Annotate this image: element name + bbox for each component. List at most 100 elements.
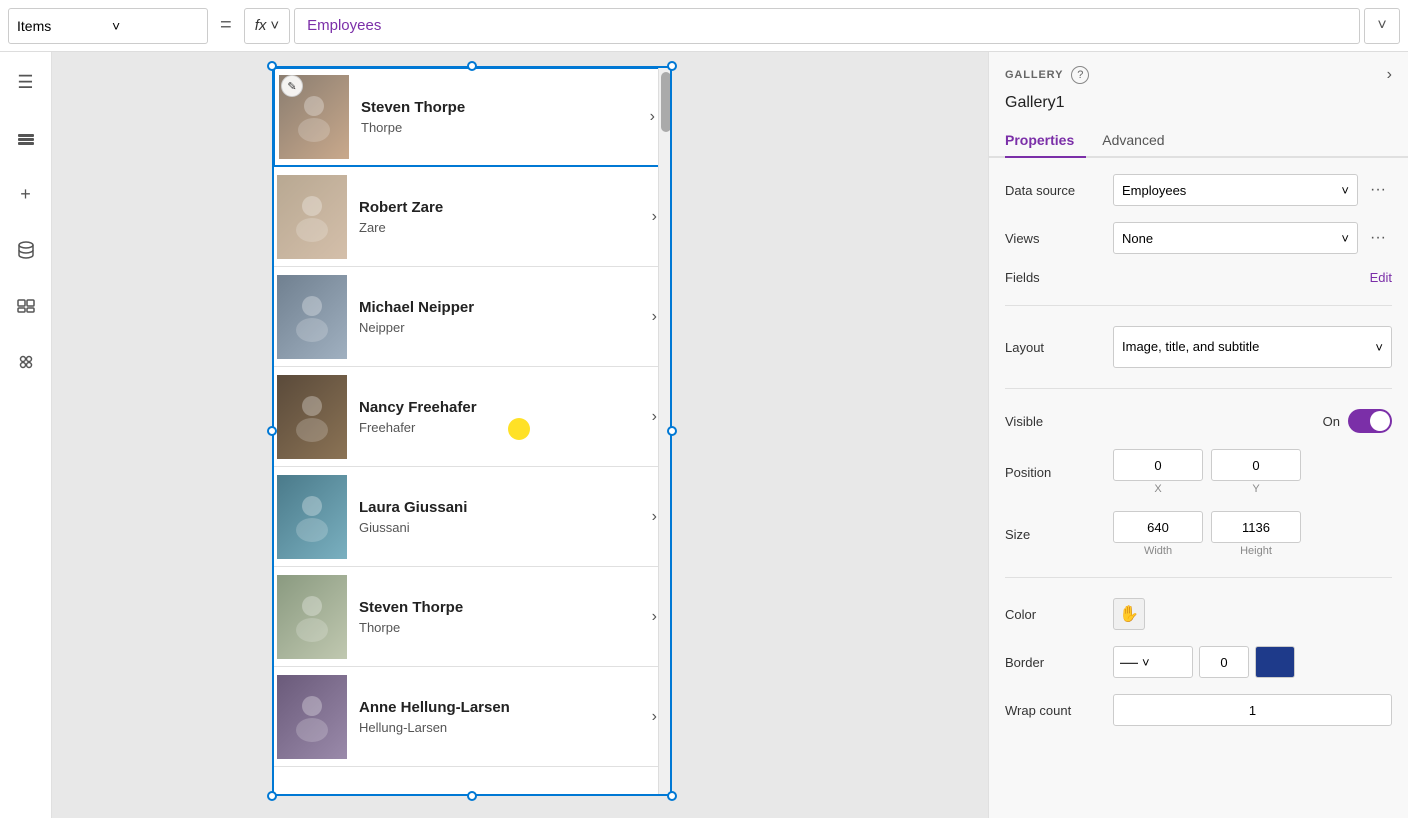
- gallery-list-item[interactable]: ✎ Steven ThorpeThorpe›: [273, 67, 671, 167]
- border-row: Border — ˅: [1005, 646, 1392, 678]
- position-x-group: X: [1113, 449, 1203, 495]
- position-control: X Y: [1113, 449, 1392, 495]
- tab-properties[interactable]: Properties: [1005, 124, 1086, 158]
- handle-bottom-left[interactable]: [267, 791, 277, 801]
- gallery-item-subtitle: Zare: [359, 220, 652, 235]
- color-swatch[interactable]: ✋: [1113, 598, 1145, 630]
- data-source-more-button[interactable]: ···: [1364, 176, 1392, 204]
- right-panel: GALLERY ? › Gallery1 Properties Advanced…: [988, 52, 1408, 818]
- color-label: Color: [1005, 607, 1105, 622]
- visible-toggle-container: On: [1323, 409, 1392, 433]
- position-y-input[interactable]: [1211, 449, 1301, 481]
- layout-dropdown[interactable]: Image, title, and subtitle ˅: [1113, 326, 1392, 368]
- position-inputs: X Y: [1113, 449, 1301, 495]
- gallery-item-subtitle: Thorpe: [361, 120, 650, 135]
- gallery-item-text: Steven ThorpeThorpe: [347, 599, 652, 635]
- gallery-item-title: Anne Hellung-Larsen: [359, 699, 652, 716]
- panel-tabs: Properties Advanced: [989, 124, 1408, 158]
- data-source-dropdown[interactable]: Employees ˅: [1113, 174, 1358, 206]
- views-label: Views: [1005, 231, 1105, 246]
- gallery-list-item[interactable]: Anne Hellung-LarsenHellung-Larsen›: [273, 667, 671, 767]
- color-control: ✋: [1113, 598, 1392, 630]
- fields-control: Edit: [1113, 270, 1392, 285]
- items-chevron-icon: ˅: [112, 18, 199, 34]
- visible-on-label: On: [1323, 414, 1340, 429]
- fx-chevron-icon: ˅: [270, 17, 279, 34]
- items-dropdown[interactable]: Items ˅: [8, 8, 208, 44]
- wrap-count-label: Wrap count: [1005, 703, 1105, 718]
- gallery-item-text: Laura GiussaniGiussani: [347, 499, 652, 535]
- handle-bottom-right[interactable]: [667, 791, 677, 801]
- fields-edit-link[interactable]: Edit: [1370, 270, 1392, 285]
- help-icon[interactable]: ?: [1071, 66, 1089, 84]
- size-width-label: Width: [1113, 545, 1203, 557]
- position-x-input[interactable]: [1113, 449, 1203, 481]
- gallery-list-item[interactable]: Nancy FreehaferFreehafer›: [273, 367, 671, 467]
- data-source-value: Employees: [1122, 183, 1186, 198]
- gallery-item-title: Michael Neipper: [359, 299, 652, 316]
- layout-control: Image, title, and subtitle ˅: [1113, 326, 1392, 368]
- data-source-control: Employees ˅ ···: [1113, 174, 1392, 206]
- border-line-icon: —: [1120, 652, 1138, 673]
- color-hand-icon: ✋: [1119, 604, 1139, 624]
- position-label: Position: [1005, 465, 1105, 480]
- panel-expand-button[interactable]: ›: [1387, 66, 1392, 84]
- formula-expand-button[interactable]: ˅: [1364, 8, 1400, 44]
- main-area: ☰ +: [0, 52, 1408, 818]
- border-style-dropdown[interactable]: — ˅: [1113, 646, 1193, 678]
- media-icon[interactable]: [8, 288, 44, 324]
- handle-top-left[interactable]: [267, 61, 277, 71]
- fx-button[interactable]: fx ˅: [244, 8, 290, 44]
- formula-bar[interactable]: Employees: [294, 8, 1360, 44]
- gallery-item-title: Steven Thorpe: [361, 99, 650, 116]
- wrap-count-input[interactable]: [1113, 694, 1392, 726]
- handle-top-center[interactable]: [467, 61, 477, 71]
- layout-row: Layout Image, title, and subtitle ˅: [1005, 326, 1392, 368]
- position-y-group: Y: [1211, 449, 1301, 495]
- top-toolbar: Items ˅ = fx ˅ Employees ˅: [0, 0, 1408, 52]
- gallery-item-title: Nancy Freehafer: [359, 399, 652, 416]
- add-icon[interactable]: +: [8, 176, 44, 212]
- layers-icon[interactable]: [8, 120, 44, 156]
- size-inputs: Width Height: [1113, 511, 1301, 557]
- visible-row: Visible On: [1005, 409, 1392, 433]
- canvas-area[interactable]: ✎ Steven ThorpeThorpe› Robert ZareZare› …: [52, 52, 988, 818]
- size-height-input[interactable]: [1211, 511, 1301, 543]
- handle-middle-left[interactable]: [267, 426, 277, 436]
- views-dropdown[interactable]: None ˅: [1113, 222, 1358, 254]
- position-row: Position X Y: [1005, 449, 1392, 495]
- gallery-item-text: Robert Zare Zare: [347, 199, 652, 235]
- layout-value: Image, title, and subtitle: [1122, 339, 1259, 356]
- border-color-swatch[interactable]: [1255, 646, 1295, 678]
- views-chevron-icon: ˅: [1341, 231, 1349, 246]
- scrollbar-thumb[interactable]: [661, 72, 671, 132]
- gallery-item-title: Laura Giussani: [359, 499, 652, 516]
- gallery-inner: ✎ Steven ThorpeThorpe› Robert ZareZare› …: [272, 66, 672, 796]
- visible-toggle[interactable]: [1348, 409, 1392, 433]
- gallery-list-item[interactable]: Steven ThorpeThorpe›: [273, 567, 671, 667]
- border-value-input[interactable]: [1199, 646, 1249, 678]
- position-x-label: X: [1113, 483, 1203, 495]
- gallery-list-item[interactable]: Robert ZareZare›: [273, 167, 671, 267]
- size-width-input[interactable]: [1113, 511, 1203, 543]
- views-more-button[interactable]: ···: [1364, 224, 1392, 252]
- edit-pencil-icon[interactable]: ✎: [281, 75, 303, 97]
- database-icon[interactable]: [8, 232, 44, 268]
- border-control: — ˅: [1113, 646, 1392, 678]
- tools-icon[interactable]: [8, 344, 44, 380]
- handle-top-right[interactable]: [667, 61, 677, 71]
- gallery-item-title: Robert Zare: [359, 199, 652, 216]
- border-label: Border: [1005, 655, 1105, 670]
- divider-3: [1005, 577, 1392, 578]
- handle-bottom-center[interactable]: [467, 791, 477, 801]
- data-source-label: Data source: [1005, 183, 1105, 198]
- menu-icon[interactable]: ☰: [8, 64, 44, 100]
- chevron-down-icon: ˅: [1341, 183, 1349, 198]
- gallery-list-item[interactable]: Michael NeipperNeipper›: [273, 267, 671, 367]
- divider-1: [1005, 305, 1392, 306]
- gallery-widget[interactable]: ✎ Steven ThorpeThorpe› Robert ZareZare› …: [272, 66, 672, 796]
- handle-middle-right[interactable]: [667, 426, 677, 436]
- tab-advanced[interactable]: Advanced: [1102, 124, 1176, 156]
- gallery-list-item[interactable]: Laura GiussaniGiussani›: [273, 467, 671, 567]
- size-height-group: Height: [1211, 511, 1301, 557]
